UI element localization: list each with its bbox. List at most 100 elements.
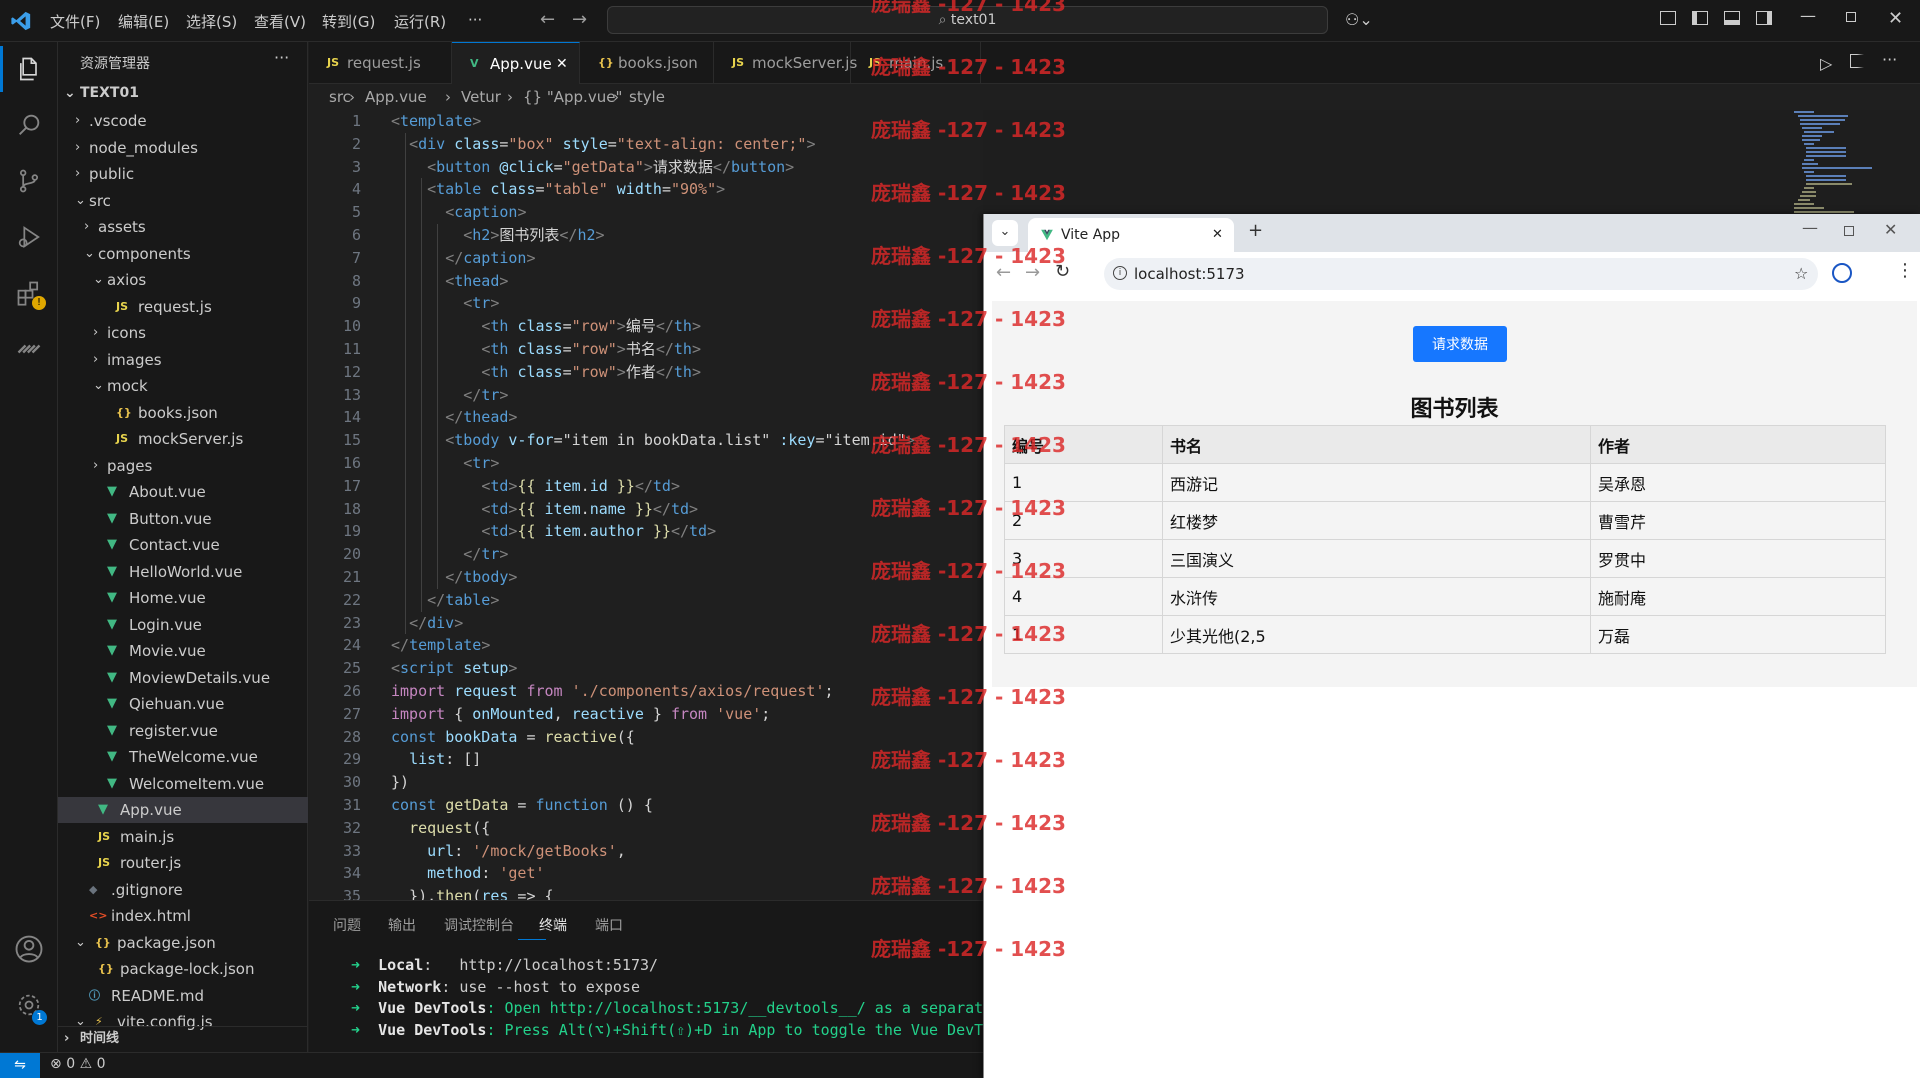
- panel-tab[interactable]: 终端: [539, 915, 567, 935]
- request-data-button[interactable]: 请求数据: [1413, 326, 1507, 362]
- more-actions-icon[interactable]: ···: [274, 48, 289, 67]
- source-control-icon[interactable]: [0, 154, 58, 208]
- explorer-icon[interactable]: [0, 42, 58, 96]
- tree-item[interactable]: ⌄ src: [58, 188, 308, 214]
- breadcrumb-item[interactable]: App.vue: [365, 84, 427, 110]
- tree-item[interactable]: ▼ About.vue: [58, 479, 308, 505]
- code-line: }).then(res => {: [391, 885, 554, 900]
- problems-status[interactable]: ⊗ 0 ⚠ 0: [50, 1056, 106, 1072]
- tree-item[interactable]: › node_modules: [58, 135, 308, 161]
- tree-item[interactable]: › .vscode: [58, 108, 308, 134]
- tree-item[interactable]: ⌄ axios: [58, 267, 308, 293]
- tree-item[interactable]: {} books.json: [58, 400, 308, 426]
- tree-item[interactable]: {} package-lock.json: [58, 956, 308, 982]
- explorer-title: 资源管理器: [80, 56, 150, 72]
- tree-item[interactable]: JS request.js: [58, 294, 308, 320]
- tree-item[interactable]: ▼ Button.vue: [58, 506, 308, 532]
- run-debug-icon[interactable]: [0, 210, 58, 264]
- menu-item[interactable]: 运行(R): [394, 11, 446, 32]
- bookmark-star-icon[interactable]: ☆: [1794, 258, 1808, 290]
- new-tab-icon[interactable]: +: [1248, 220, 1263, 241]
- tree-item[interactable]: ▼ App.vue: [58, 797, 308, 823]
- panel-tab[interactable]: 输出: [388, 915, 416, 935]
- tree-item[interactable]: ▼ Login.vue: [58, 612, 308, 638]
- minimize-icon[interactable]: —: [1800, 6, 1816, 25]
- address-bar[interactable]: i localhost:5173 ☆: [1104, 258, 1818, 290]
- menu-item[interactable]: 选择(S): [186, 11, 237, 32]
- panel-tab[interactable]: 端口: [595, 915, 623, 935]
- tree-item[interactable]: ▼ HelloWorld.vue: [58, 559, 308, 585]
- tree-item[interactable]: ▼ Contact.vue: [58, 532, 308, 558]
- code-token: "90%": [670, 180, 717, 199]
- split-editor-icon[interactable]: [1850, 54, 1864, 68]
- account-icon[interactable]: [0, 922, 58, 976]
- back-arrow-icon[interactable]: ←: [540, 9, 555, 30]
- browser-menu-icon[interactable]: ⋮: [1896, 260, 1914, 281]
- breadcrumb-item[interactable]: Vetur: [461, 84, 501, 110]
- tree-item[interactable]: ▼ register.vue: [58, 718, 308, 744]
- tree-item[interactable]: ▼ WelcomeItem.vue: [58, 771, 308, 797]
- tree-item[interactable]: › pages: [58, 453, 308, 479]
- tree-item[interactable]: ⓘ README.md: [58, 983, 308, 1009]
- tab-books-json[interactable]: {} books.json: [580, 42, 714, 84]
- menu-item[interactable]: 查看(V): [254, 11, 306, 32]
- tab-mockserver-js[interactable]: JS mockServer.js: [714, 42, 857, 84]
- browser-close-icon[interactable]: ✕: [1884, 220, 1897, 239]
- extensions-icon[interactable]: !: [0, 266, 58, 320]
- toggle-sidebar-icon[interactable]: [1692, 11, 1708, 25]
- forward-arrow-icon[interactable]: →: [572, 9, 587, 30]
- layout-customize-icon[interactable]: [1660, 11, 1676, 25]
- manage-gear-icon[interactable]: 1: [0, 978, 58, 1032]
- tree-item[interactable]: › icons: [58, 320, 308, 346]
- tree-item[interactable]: ▼ Home.vue: [58, 585, 308, 611]
- editor-more-icon[interactable]: ···: [1882, 50, 1897, 69]
- tree-item[interactable]: › assets: [58, 214, 308, 240]
- tree-item[interactable]: ⌄ components: [58, 241, 308, 267]
- remote-indicator-icon[interactable]: ⇋: [0, 1053, 40, 1078]
- close-tab-icon[interactable]: ✕: [1212, 218, 1223, 252]
- close-tab-icon[interactable]: ✕: [556, 43, 568, 85]
- tree-item[interactable]: <> index.html: [58, 903, 308, 929]
- toggle-panel-icon[interactable]: [1724, 11, 1740, 25]
- minimap[interactable]: [1790, 110, 1900, 230]
- tab-request-js[interactable]: JS request.js: [309, 42, 452, 84]
- site-info-icon[interactable]: i: [1113, 266, 1127, 280]
- panel-tab[interactable]: 问题: [333, 915, 361, 935]
- browser-minimize-icon[interactable]: —: [1802, 218, 1818, 237]
- menu-item[interactable]: ···: [468, 11, 482, 29]
- breadcrumb-item[interactable]: src: [329, 84, 351, 110]
- profile-icon[interactable]: [1832, 263, 1852, 283]
- run-code-icon[interactable]: ▷: [1820, 54, 1832, 73]
- close-window-icon[interactable]: ✕: [1888, 8, 1903, 29]
- search-icon[interactable]: [0, 98, 58, 152]
- menu-item[interactable]: 转到(G): [322, 11, 375, 32]
- tree-item[interactable]: JS mockServer.js: [58, 426, 308, 452]
- breadcrumb-item[interactable]: {} "App.vue": [523, 84, 622, 110]
- tree-item[interactable]: ▼ MoviewDetails.vue: [58, 665, 308, 691]
- browser-maximize-icon[interactable]: [1844, 226, 1854, 236]
- toggle-secondary-sidebar-icon[interactable]: [1756, 11, 1772, 25]
- menu-item[interactable]: 文件(F): [50, 11, 100, 32]
- tree-item[interactable]: ▼ Movie.vue: [58, 638, 308, 664]
- tree-item[interactable]: ▼ TheWelcome.vue: [58, 744, 308, 770]
- remote-explorer-icon[interactable]: [0, 322, 58, 376]
- tree-item[interactable]: ⌄ mock: [58, 373, 308, 399]
- chevron-right-icon: ›: [75, 139, 81, 155]
- tree-item[interactable]: JS router.js: [58, 850, 308, 876]
- tree-item[interactable]: ◆ .gitignore: [58, 877, 308, 903]
- tree-item[interactable]: ▼ Qiehuan.vue: [58, 691, 308, 717]
- file-vue-icon: ▼: [98, 802, 108, 817]
- restore-icon[interactable]: [1846, 12, 1856, 22]
- update-badge: 1: [32, 1010, 47, 1025]
- workspace-root[interactable]: ⌄ TEXT01: [58, 80, 308, 106]
- tree-item[interactable]: › images: [58, 347, 308, 373]
- tree-item[interactable]: JS main.js: [58, 824, 308, 850]
- breadcrumb-item[interactable]: style: [629, 84, 665, 110]
- tab-app-vue[interactable]: V App.vue ✕: [452, 42, 580, 84]
- panel-tab[interactable]: 调试控制台: [444, 915, 514, 935]
- tree-item[interactable]: › public: [58, 161, 308, 187]
- menu-item[interactable]: 编辑(E): [118, 11, 169, 32]
- timeline-section[interactable]: › 时间线: [58, 1026, 308, 1052]
- copilot-icon[interactable]: ⚇⌄: [1345, 10, 1373, 29]
- tree-item[interactable]: ⌄ {} package.json: [58, 930, 308, 956]
